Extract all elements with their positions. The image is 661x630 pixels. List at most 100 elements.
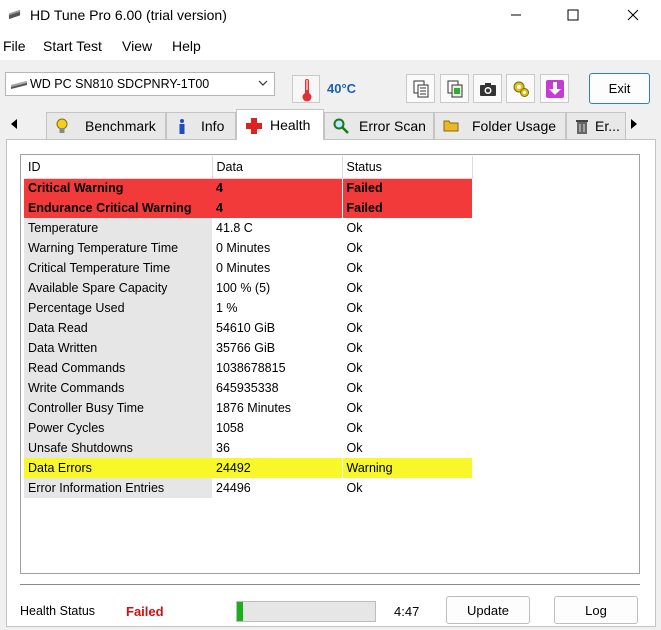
row-id-cell: Data Errors (24, 458, 212, 478)
row-status-cell: Ok (346, 401, 363, 415)
tab-error-scan[interactable]: Error Scan (324, 112, 434, 139)
table-row[interactable]: Percentage Used 1 % Ok (24, 298, 472, 318)
row-id-cell: Temperature (24, 218, 212, 238)
thermometer-icon (292, 75, 320, 103)
copy-info-icon (447, 80, 462, 97)
health-status-value: Failed (126, 604, 164, 619)
row-status-cell: Ok (346, 421, 363, 435)
row-data-cell: 4 (212, 198, 343, 218)
tab-info-label: Info (201, 118, 225, 134)
update-button[interactable]: Update (446, 596, 530, 624)
row-status-cell: Ok (346, 381, 363, 395)
maximize-button[interactable] (550, 0, 596, 30)
menu-view[interactable]: View (122, 38, 152, 54)
tab-erase-label: Er... (595, 118, 620, 134)
table-row[interactable]: Unsafe Shutdowns 36 Ok (24, 438, 472, 458)
tab-error-scan-label: Error Scan (359, 118, 426, 134)
tab-folder-usage[interactable]: Folder Usage (434, 112, 566, 139)
menu-help[interactable]: Help (172, 38, 201, 54)
chevron-left-icon (11, 119, 17, 129)
row-data-cell: 645935338 (212, 378, 343, 398)
progress-bar-fill (237, 602, 243, 621)
row-data-cell: 1038678815 (212, 358, 343, 378)
row-id-cell: Critical Temperature Time (24, 258, 212, 278)
row-id-cell: Write Commands (24, 378, 212, 398)
row-status-cell: Ok (346, 441, 363, 455)
table-row[interactable]: Critical Warning 4 Failed (24, 178, 472, 198)
tab-benchmark-label: Benchmark (85, 118, 156, 134)
tab-scroll-left-button[interactable] (6, 114, 22, 134)
smart-table: ID Data Status Critical Warning 4 Failed En… (24, 156, 473, 498)
app-icon (8, 9, 21, 20)
options-button[interactable] (506, 74, 535, 103)
drive-select[interactable]: WD PC SN810 SDCPNRY-1T00 (5, 72, 275, 96)
row-id-cell: Available Spare Capacity (24, 278, 212, 298)
table-row[interactable]: Available Spare Capacity 100 % (5) Ok (24, 278, 472, 298)
row-status-cell: Warning (342, 458, 472, 478)
copy-info-button[interactable] (440, 74, 469, 103)
tab-health[interactable]: Health (236, 109, 324, 140)
copy-text-button[interactable] (406, 74, 435, 103)
magnifier-icon (333, 118, 349, 134)
tab-info[interactable]: Info (166, 112, 236, 139)
column-header-id[interactable]: ID (24, 156, 213, 179)
temperature-value: 40°C (327, 81, 357, 96)
save-button[interactable] (540, 74, 569, 103)
menu-file[interactable]: File (3, 38, 26, 54)
health-cross-icon (246, 118, 262, 134)
close-button[interactable] (610, 0, 656, 30)
row-id-cell: Error Information Entries (24, 478, 212, 498)
row-data-cell: 24496 (212, 478, 343, 498)
table-row[interactable]: Warning Temperature Time 0 Minutes Ok (24, 238, 472, 258)
row-id-cell: Read Commands (24, 358, 212, 378)
table-row[interactable]: Controller Busy Time 1876 Minutes Ok (24, 398, 472, 418)
table-row[interactable]: Data Written 35766 GiB Ok (24, 338, 472, 358)
trash-icon (576, 120, 588, 134)
table-row[interactable]: Temperature 41.8 C Ok (24, 218, 472, 238)
table-row[interactable]: Endurance Critical Warning 4 Failed (24, 198, 472, 218)
column-header-data[interactable]: Data (212, 156, 343, 179)
table-row[interactable]: Error Information Entries 24496 Ok (24, 478, 472, 498)
row-status-cell: Ok (346, 361, 363, 375)
row-status-cell: Failed (342, 178, 472, 198)
tab-folder-usage-label: Folder Usage (472, 118, 557, 134)
table-row[interactable]: Data Read 54610 GiB Ok (24, 318, 472, 338)
close-icon (627, 9, 639, 21)
menu-start-test[interactable]: Start Test (43, 38, 102, 54)
row-id-cell: Controller Busy Time (24, 398, 212, 418)
log-button-label: Log (585, 602, 607, 618)
tab-health-label: Health (270, 117, 311, 133)
exit-button[interactable]: Exit (589, 73, 650, 104)
row-status-cell: Ok (346, 281, 363, 295)
row-id-cell: Unsafe Shutdowns (24, 438, 212, 458)
tab-erase[interactable]: Er... (566, 112, 626, 139)
column-header-status[interactable]: Status (342, 156, 473, 179)
table-row[interactable]: Write Commands 645935338 Ok (24, 378, 472, 398)
table-header-row: ID Data Status (24, 156, 473, 179)
row-status-cell: Ok (346, 481, 363, 495)
table-row[interactable]: Critical Temperature Time 0 Minutes Ok (24, 258, 472, 278)
log-button[interactable]: Log (554, 596, 638, 624)
row-data-cell: 41.8 C (212, 218, 343, 238)
drive-select-value: WD PC SN810 SDCPNRY-1T00 (30, 77, 210, 91)
tab-scroll-right-button[interactable] (626, 114, 642, 134)
table-row[interactable]: Power Cycles 1058 Ok (24, 418, 472, 438)
row-id-cell: Warning Temperature Time (24, 238, 212, 258)
row-data-cell: 54610 GiB (212, 318, 343, 338)
table-row[interactable]: Data Errors 24492 Warning (24, 458, 472, 478)
elapsed-time: 4:47 (394, 604, 420, 619)
table-row[interactable]: Read Commands 1038678815 Ok (24, 358, 472, 378)
update-button-label: Update (467, 602, 509, 618)
row-status-cell: Ok (346, 321, 363, 335)
row-data-cell: 0 Minutes (212, 238, 343, 258)
minimize-button[interactable] (493, 0, 539, 30)
row-data-cell: 1876 Minutes (212, 398, 343, 418)
save-download-icon (545, 79, 564, 98)
screenshot-button[interactable] (473, 74, 502, 103)
window-title: HD Tune Pro 6.00 (trial version) (30, 7, 227, 23)
screenshot-camera-icon (479, 82, 496, 96)
title-bar: HD Tune Pro 6.00 (trial version) (0, 0, 661, 30)
options-gear-icon (513, 81, 529, 97)
row-data-cell: 1 % (212, 298, 343, 318)
tab-benchmark[interactable]: Benchmark (46, 112, 166, 139)
